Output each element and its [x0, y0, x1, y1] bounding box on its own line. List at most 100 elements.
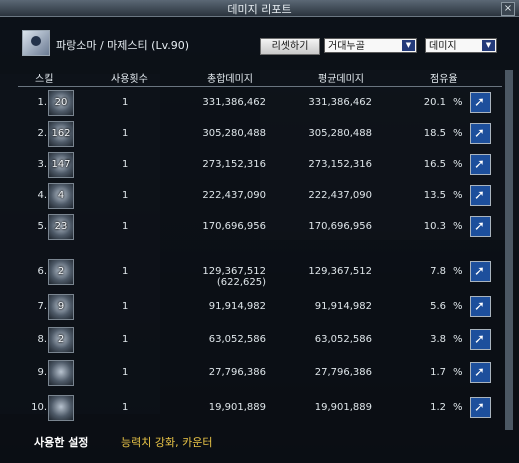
- share-percent: 16.5: [423, 159, 446, 170]
- average-damage: 27,796,386: [314, 367, 372, 378]
- percent-sign: %: [453, 221, 463, 232]
- share-percent: 7.8: [430, 266, 446, 277]
- skill-level: 2: [57, 334, 65, 345]
- use-count: 1: [122, 266, 129, 277]
- share-icon[interactable]: [470, 329, 491, 350]
- row-number: 4.: [37, 190, 47, 201]
- chevron-down-icon[interactable]: ▼: [482, 40, 495, 51]
- use-count: 1: [122, 301, 129, 312]
- scrollbar-thumb[interactable]: [505, 70, 513, 430]
- share-percent: 13.5: [423, 190, 446, 201]
- share-icon[interactable]: [470, 92, 491, 113]
- mode-select[interactable]: 데미지 ▼: [425, 38, 497, 53]
- row-number: 9.: [37, 367, 47, 378]
- share-icon[interactable]: [470, 362, 491, 383]
- skill-level: 23: [54, 221, 68, 232]
- used-settings-label: 사용한 설정: [34, 436, 89, 449]
- share-icon[interactable]: [470, 397, 491, 418]
- table-row: 9. 1 27,796,386 27,796,386 1.7 %: [18, 358, 502, 388]
- chevron-down-icon[interactable]: ▼: [402, 40, 415, 51]
- table-row: 4. 4 1 222,437,090 222,437,090 13.5 %: [18, 181, 502, 211]
- total-damage: 170,696,956: [202, 221, 266, 232]
- table-row: 1. 20 1 331,386,462 331,386,462 20.1 %: [18, 88, 502, 118]
- used-settings-bar: 사용한 설정 능력치 강화, 카운터: [18, 430, 502, 452]
- average-damage: 170,696,956: [308, 221, 372, 232]
- share-percent: 18.5: [423, 128, 446, 139]
- share-icon[interactable]: [470, 123, 491, 144]
- total-damage: 27,796,386: [208, 367, 266, 378]
- table-row: 10. 1 19,901,889 19,901,889 1.2 %: [18, 393, 502, 423]
- percent-sign: %: [453, 128, 463, 139]
- percent-sign: %: [453, 301, 463, 312]
- average-damage: 63,052,586: [314, 334, 372, 345]
- use-count: 1: [122, 128, 129, 139]
- share-icon[interactable]: [470, 296, 491, 317]
- skill-icon: [48, 395, 74, 421]
- total-damage: 129,367,512: [202, 266, 266, 277]
- use-count: 1: [122, 221, 129, 232]
- use-count: 1: [122, 367, 129, 378]
- scrollbar[interactable]: [505, 70, 513, 430]
- row-number: 7.: [37, 301, 47, 312]
- average-damage: 91,914,982: [314, 301, 372, 312]
- share-icon[interactable]: [470, 261, 491, 282]
- share-icon[interactable]: [470, 185, 491, 206]
- row-number: 2.: [37, 128, 47, 139]
- table-row: 8. 2 1 63,052,586 63,052,586 3.8 %: [18, 325, 502, 355]
- share-percent: 20.1: [423, 97, 446, 108]
- percent-sign: %: [453, 334, 463, 345]
- row-number: 8.: [37, 334, 47, 345]
- window-title: 데미지 리포트: [227, 3, 292, 16]
- skill-level: 4: [57, 190, 65, 201]
- share-icon[interactable]: [470, 154, 491, 175]
- table-row: 3. 147 1 273,152,316 273,152,316 16.5 %: [18, 150, 502, 180]
- column-header-avg: 평균데미지: [318, 74, 364, 85]
- total-damage: 331,386,462: [202, 97, 266, 108]
- row-number: 10.: [31, 402, 47, 413]
- column-header-skill: 스킬: [35, 74, 54, 85]
- share-percent: 3.8: [430, 334, 446, 345]
- close-button[interactable]: ×: [501, 2, 515, 16]
- use-count: 1: [122, 334, 129, 345]
- percent-sign: %: [453, 266, 463, 277]
- skill-level: 9: [57, 301, 65, 312]
- percent-sign: %: [453, 367, 463, 378]
- total-damage: 63,052,586: [208, 334, 266, 345]
- share-percent: 5.6: [430, 301, 446, 312]
- header-divider: [18, 86, 502, 87]
- mode-value: 데미지: [429, 41, 457, 52]
- title-bar[interactable]: 데미지 리포트 ×: [0, 0, 519, 17]
- share-percent: 1.2: [430, 402, 446, 413]
- percent-sign: %: [453, 97, 463, 108]
- use-count: 1: [122, 97, 129, 108]
- table-row: 5. 23 1 170,696,956 170,696,956 10.3 %: [18, 212, 502, 242]
- skill-icon: [48, 360, 74, 386]
- average-damage: 222,437,090: [308, 190, 372, 201]
- skill-filter-value: 거대누골: [328, 41, 365, 52]
- total-damage: 91,914,982: [208, 301, 266, 312]
- column-header-uses: 사용횟수: [111, 74, 148, 85]
- character-avatar: [22, 30, 50, 56]
- use-count: 1: [122, 402, 129, 413]
- share-percent: 1.7: [430, 367, 446, 378]
- row-number: 1.: [37, 97, 47, 108]
- share-percent: 10.3: [423, 221, 446, 232]
- row-number: 3.: [37, 159, 47, 170]
- average-damage: 305,280,488: [308, 128, 372, 139]
- row-number: 6.: [37, 266, 47, 277]
- use-count: 1: [122, 190, 129, 201]
- share-icon[interactable]: [470, 216, 491, 237]
- used-settings-detail: 능력치 강화, 카운터: [121, 436, 213, 449]
- table-row: 6. 2 1 129,367,512 (622,625) 129,367,512…: [18, 257, 502, 288]
- percent-sign: %: [453, 159, 463, 170]
- damage-report-window: 데미지 리포트 × 파랑소마 / 마제스티 (Lv.90) 리셋하기 거대누골 …: [0, 0, 519, 463]
- skill-filter-select[interactable]: 거대누골 ▼: [324, 38, 417, 53]
- reset-button[interactable]: 리셋하기: [260, 38, 320, 55]
- total-damage-sub: (622,625): [216, 277, 266, 288]
- row-number: 5.: [37, 221, 47, 232]
- skill-level: 162: [51, 128, 71, 139]
- percent-sign: %: [453, 190, 463, 201]
- table-row: 7. 9 1 91,914,982 91,914,982 5.6 %: [18, 292, 502, 322]
- column-header-total: 총합데미지: [207, 74, 253, 85]
- average-damage: 273,152,316: [308, 159, 372, 170]
